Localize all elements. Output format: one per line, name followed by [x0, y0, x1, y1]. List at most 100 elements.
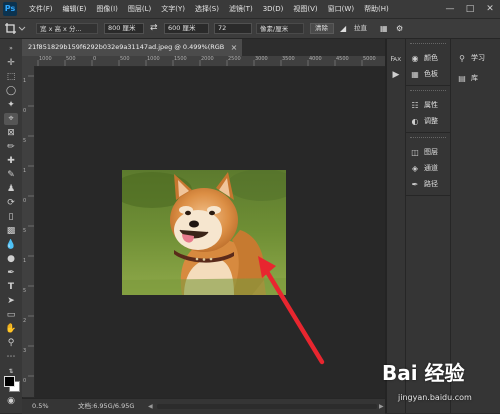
tab-strip-background [242, 39, 385, 56]
panel-tab-label: 路径 [424, 180, 438, 188]
panel-grip[interactable] [410, 90, 446, 94]
panel-tab-channels[interactable]: ◈ 通道 [410, 161, 438, 175]
menu-window[interactable]: 窗口(W) [323, 0, 359, 18]
marquee-tool-icon[interactable]: ⬚ [4, 71, 18, 83]
frame-tool-icon[interactable]: ⊠ [4, 127, 18, 139]
panel-tab-learn[interactable]: ⚲ 学习 [457, 51, 485, 65]
gradient-tool-icon[interactable]: ▩ [4, 225, 18, 237]
ruler-label: 0 [23, 198, 27, 204]
ruler-label: 500 [66, 56, 76, 62]
straighten-label[interactable]: 拉直 [354, 23, 374, 34]
panel-tab-label: 属性 [424, 101, 438, 109]
ruler-label: 4500 [336, 56, 349, 62]
panel-tab-swatches[interactable]: ▦ 色板 [410, 67, 438, 81]
panel-tab-label: 颜色 [424, 54, 438, 62]
dodge-tool-icon[interactable]: ● [4, 253, 18, 265]
panel-tab-label: 通道 [424, 164, 438, 172]
crop-icon[interactable] [4, 22, 28, 35]
brush-tool-icon[interactable]: ✎ [4, 169, 18, 181]
healing-brush-tool-icon[interactable]: ✚ [4, 155, 18, 167]
ruler-label: 5000 [363, 56, 376, 62]
menu-type[interactable]: 文字(Y) [156, 0, 190, 18]
toolbar-collapse-icon[interactable]: » [4, 43, 18, 55]
ruler-label: 1000 [39, 56, 52, 62]
clone-stamp-tool-icon[interactable]: ♟ [4, 183, 18, 195]
ruler-horizontal: 1000 500 0 500 1000 1500 2000 2500 3000 … [34, 56, 385, 67]
close-tab-icon[interactable]: × [228, 39, 240, 56]
ruler-label: 3000 [255, 56, 268, 62]
scroll-left-icon[interactable]: ◀ [148, 399, 153, 414]
menu-filter[interactable]: 滤镜(T) [224, 0, 258, 18]
tools-panel: » ✛ ⬚ ◯ ✦ ⌖ ⊠ ✏ ✚ ✎ ♟ ⟳ ▯ ▩ 💧 ● ✒ T ➤ ▭ … [0, 39, 23, 413]
document-info[interactable]: 文档:6.95G/6.95G [78, 399, 134, 414]
blur-tool-icon[interactable]: 💧 [4, 239, 18, 251]
panel-tab-library[interactable]: ▤ 库 [457, 71, 478, 85]
panel-grip[interactable] [410, 43, 446, 47]
restore-icon[interactable]: □ [460, 0, 480, 18]
ruler-label: 3500 [282, 56, 295, 62]
grid-overlay-icon[interactable]: ▦ [380, 23, 390, 34]
status-bar: 0.5% 文档:6.95G/6.95G ◀ ▶ [22, 398, 385, 414]
panel-tab-adjustments[interactable]: ◐ 调整 [410, 114, 439, 128]
height-field[interactable]: 600 厘米 [164, 23, 209, 34]
eraser-tool-icon[interactable]: ▯ [4, 211, 18, 223]
ruler-label: 1500 [174, 56, 187, 62]
menu-layer[interactable]: 图层(L) [123, 0, 156, 18]
quick-mask-icon[interactable]: ◉ [4, 395, 18, 407]
document-tab-title: 21f851829b159f6292b032e9a31147ad.jpeg @ … [28, 43, 224, 51]
horizontal-scrollbar[interactable] [157, 404, 377, 409]
ruler-label: 1 [23, 168, 27, 174]
panel-tab-properties[interactable]: ☷ 属性 [410, 98, 438, 112]
more-tools-icon[interactable]: ⋯ [4, 351, 18, 363]
actions-panel-icon[interactable]: ▶ [390, 69, 402, 81]
path-select-tool-icon[interactable]: ➤ [4, 295, 18, 307]
unit-dropdown[interactable]: 像素/厘米 [256, 23, 304, 34]
options-bar: 宽 x 高 x 分... 800 厘米 ⇄ 600 厘米 72 像素/厘米 清除… [0, 19, 500, 39]
color-panel-group: ◉ 颜色 ▦ 色板 [406, 39, 450, 86]
panel-grip[interactable] [410, 137, 446, 141]
document-tab[interactable]: 21f851829b159f6292b032e9a31147ad.jpeg @ … [22, 39, 243, 56]
swatches-icon: ▦ [411, 69, 419, 79]
history-brush-tool-icon[interactable]: ⟳ [4, 197, 18, 209]
menu-image[interactable]: 图像(I) [91, 0, 123, 18]
foreground-color-swatch[interactable] [4, 376, 15, 387]
pen-tool-icon[interactable]: ✒ [4, 267, 18, 279]
panel-tab-color[interactable]: ◉ 颜色 [410, 51, 439, 65]
adjustments-icon: ◐ [411, 116, 419, 126]
rectangle-tool-icon[interactable]: ▭ [4, 309, 18, 321]
straighten-icon[interactable]: ◢ [340, 23, 350, 34]
gear-icon[interactable]: ⚙ [396, 23, 406, 34]
hand-tool-icon[interactable]: ✋ [4, 323, 18, 335]
panel-tab-layers[interactable]: ◫ 图层 [410, 145, 438, 159]
swap-colors-icon[interactable]: ⇅ [4, 365, 18, 375]
ruler-label: 1000 [147, 56, 160, 62]
ruler-label: 500 [120, 56, 130, 62]
history-panel-icon[interactable]: ℻ [390, 53, 402, 65]
panel-tab-paths[interactable]: ✒ 路径 [410, 177, 438, 191]
zoom-level[interactable]: 0.5% [32, 399, 49, 414]
menu-file[interactable]: 文件(F) [24, 0, 58, 18]
zoom-tool-icon[interactable]: ⚲ [4, 337, 18, 349]
close-icon[interactable]: ✕ [480, 0, 500, 18]
menu-view[interactable]: 视图(V) [288, 0, 322, 18]
type-tool-icon[interactable]: T [4, 281, 18, 293]
menu-bar: Ps 文件(F) 编辑(E) 图像(I) 图层(L) 文字(Y) 选择(S) 滤… [0, 0, 500, 19]
ruler-label: 5 [23, 288, 27, 294]
menu-edit[interactable]: 编辑(E) [58, 0, 92, 18]
width-field[interactable]: 800 厘米 [104, 23, 144, 34]
eyedropper-tool-icon[interactable]: ✏ [4, 141, 18, 153]
resolution-field[interactable]: 72 [214, 23, 252, 34]
ruler-label: 0 [93, 56, 97, 62]
minimize-icon[interactable]: — [440, 0, 460, 18]
ratio-dropdown[interactable]: 宽 x 高 x 分... [36, 23, 98, 34]
menu-3d[interactable]: 3D(D) [258, 0, 289, 18]
quick-select-tool-icon[interactable]: ✦ [4, 99, 18, 111]
move-tool-icon[interactable]: ✛ [4, 57, 18, 69]
menu-help[interactable]: 帮助(H) [359, 0, 394, 18]
menu-select[interactable]: 选择(S) [190, 0, 224, 18]
clear-button[interactable]: 清除 [310, 23, 334, 34]
swap-icon[interactable]: ⇄ [150, 23, 160, 34]
ruler-label: 4000 [309, 56, 322, 62]
lasso-tool-icon[interactable]: ◯ [4, 85, 18, 97]
crop-tool-icon[interactable]: ⌖ [4, 113, 18, 125]
